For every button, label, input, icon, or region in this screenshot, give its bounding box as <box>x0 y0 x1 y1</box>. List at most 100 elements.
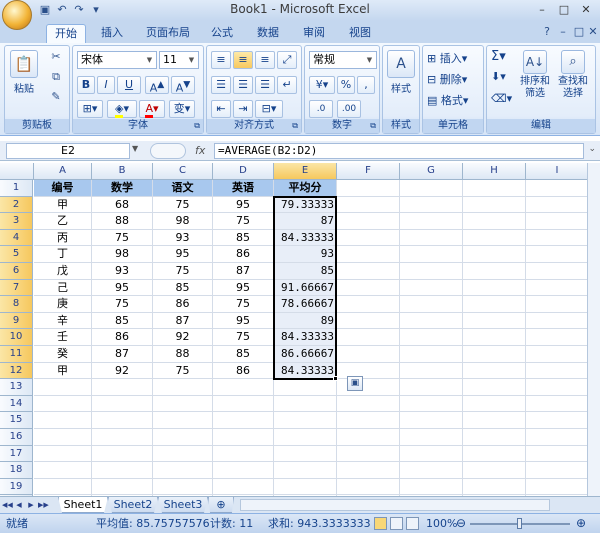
column-header-i[interactable]: I <box>526 163 589 180</box>
align-bottom-button[interactable]: ≡ <box>255 51 275 69</box>
sort-filter-button[interactable]: A↓ 排序和 筛选 <box>517 50 553 100</box>
cell[interactable] <box>92 412 153 429</box>
orientation-button[interactable]: ⤢ <box>277 51 297 69</box>
table-header-cell[interactable]: 语文 <box>153 180 213 197</box>
average-cell[interactable]: 85 <box>274 263 337 280</box>
cell[interactable] <box>92 395 153 413</box>
column-header-f[interactable]: F <box>337 163 400 180</box>
cell[interactable] <box>400 246 463 263</box>
cell[interactable] <box>337 196 400 214</box>
table-cell[interactable]: 壬 <box>34 329 92 346</box>
table-cell[interactable]: 87 <box>92 346 153 363</box>
cell[interactable] <box>213 478 274 496</box>
fill-color-button[interactable]: ◈▾ <box>107 100 137 118</box>
table-cell[interactable]: 95 <box>213 279 274 297</box>
row-header-7[interactable]: 7 <box>0 279 33 297</box>
cell[interactable] <box>92 462 153 479</box>
table-cell[interactable]: 75 <box>213 329 274 346</box>
cell[interactable] <box>274 429 337 446</box>
cell[interactable] <box>526 395 589 413</box>
format-painter-icon[interactable]: ✎ <box>49 90 63 104</box>
first-sheet-icon[interactable]: ◀◀ <box>2 499 13 511</box>
average-cell[interactable]: 84.33333 <box>274 362 337 380</box>
save-icon[interactable]: ▣ <box>38 3 52 17</box>
table-cell[interactable]: 75 <box>153 196 213 214</box>
cell[interactable] <box>337 445 400 463</box>
row-header-8[interactable]: 8 <box>0 296 33 313</box>
workbook-close-icon[interactable]: ✕ <box>586 25 600 39</box>
align-middle-button[interactable]: ≡ <box>233 51 253 69</box>
cell[interactable] <box>34 478 92 496</box>
cell[interactable] <box>337 329 400 346</box>
cell[interactable] <box>92 445 153 463</box>
table-cell[interactable]: 92 <box>153 329 213 346</box>
table-cell[interactable]: 甲 <box>34 196 92 214</box>
maximize-icon[interactable]: □ <box>554 2 574 17</box>
cell[interactable] <box>400 229 463 247</box>
cell[interactable] <box>463 213 526 230</box>
cell[interactable] <box>463 229 526 247</box>
cell[interactable] <box>153 412 213 429</box>
tab-review[interactable]: 审阅 <box>296 24 332 43</box>
table-cell[interactable]: 85 <box>213 346 274 363</box>
cell[interactable] <box>400 279 463 297</box>
average-cell[interactable]: 79.33333 <box>274 196 337 214</box>
cell[interactable] <box>463 379 526 396</box>
wrap-text-button[interactable]: ↵ <box>277 76 297 94</box>
cell[interactable] <box>337 246 400 263</box>
cell[interactable] <box>526 263 589 280</box>
cell[interactable] <box>34 445 92 463</box>
cell[interactable] <box>34 379 92 396</box>
cell[interactable] <box>337 395 400 413</box>
table-header-cell[interactable]: 英语 <box>213 180 274 197</box>
table-cell[interactable]: 98 <box>153 213 213 230</box>
table-cell[interactable]: 甲 <box>34 362 92 380</box>
cell[interactable] <box>337 312 400 330</box>
zoom-level[interactable]: 100% <box>426 514 457 533</box>
customize-qat-icon[interactable]: ▾ <box>89 3 103 17</box>
undo-icon[interactable]: ↶ <box>55 3 69 17</box>
table-cell[interactable]: 68 <box>92 196 153 214</box>
cell[interactable] <box>526 180 589 197</box>
average-cell[interactable]: 91.66667 <box>274 279 337 297</box>
table-cell[interactable]: 癸 <box>34 346 92 363</box>
row-header-3[interactable]: 3 <box>0 213 33 230</box>
row-header-9[interactable]: 9 <box>0 312 33 330</box>
row-header-6[interactable]: 6 <box>0 263 33 280</box>
cell[interactable] <box>34 412 92 429</box>
cell[interactable] <box>526 279 589 297</box>
cell[interactable] <box>34 462 92 479</box>
cell[interactable] <box>463 263 526 280</box>
grow-font-button[interactable]: A▲ <box>145 76 169 95</box>
prev-sheet-icon[interactable]: ◀ <box>14 499 24 511</box>
table-cell[interactable]: 95 <box>92 279 153 297</box>
tab-insert[interactable]: 插入 <box>94 24 130 43</box>
average-cell[interactable]: 84.33333 <box>274 329 337 346</box>
sheet-tab-sheet3[interactable]: Sheet3 <box>158 497 208 513</box>
clear-button[interactable]: ⌫▾ <box>491 92 512 106</box>
cell[interactable] <box>337 263 400 280</box>
cell[interactable] <box>400 429 463 446</box>
cell[interactable] <box>213 379 274 396</box>
table-cell[interactable]: 75 <box>213 213 274 230</box>
align-top-button[interactable]: ≡ <box>211 51 231 69</box>
cell[interactable] <box>526 246 589 263</box>
cell[interactable] <box>463 445 526 463</box>
table-cell[interactable]: 88 <box>153 346 213 363</box>
dialog-launcher-icon[interactable]: ⧉ <box>370 119 376 133</box>
horizontal-scrollbar[interactable] <box>240 499 550 511</box>
tab-formulas[interactable]: 公式 <box>204 24 240 43</box>
cell[interactable] <box>337 296 400 313</box>
bold-button[interactable]: B <box>77 76 95 94</box>
cell[interactable] <box>274 379 337 396</box>
next-sheet-icon[interactable]: ▶ <box>26 499 36 511</box>
table-cell[interactable]: 87 <box>213 263 274 280</box>
cell[interactable] <box>213 412 274 429</box>
cell[interactable] <box>400 329 463 346</box>
cell[interactable] <box>526 213 589 230</box>
table-cell[interactable]: 75 <box>213 296 274 313</box>
cell[interactable] <box>213 462 274 479</box>
copy-icon[interactable]: ⧉ <box>49 70 63 84</box>
column-header-h[interactable]: H <box>463 163 526 180</box>
fill-handle[interactable] <box>333 376 338 382</box>
